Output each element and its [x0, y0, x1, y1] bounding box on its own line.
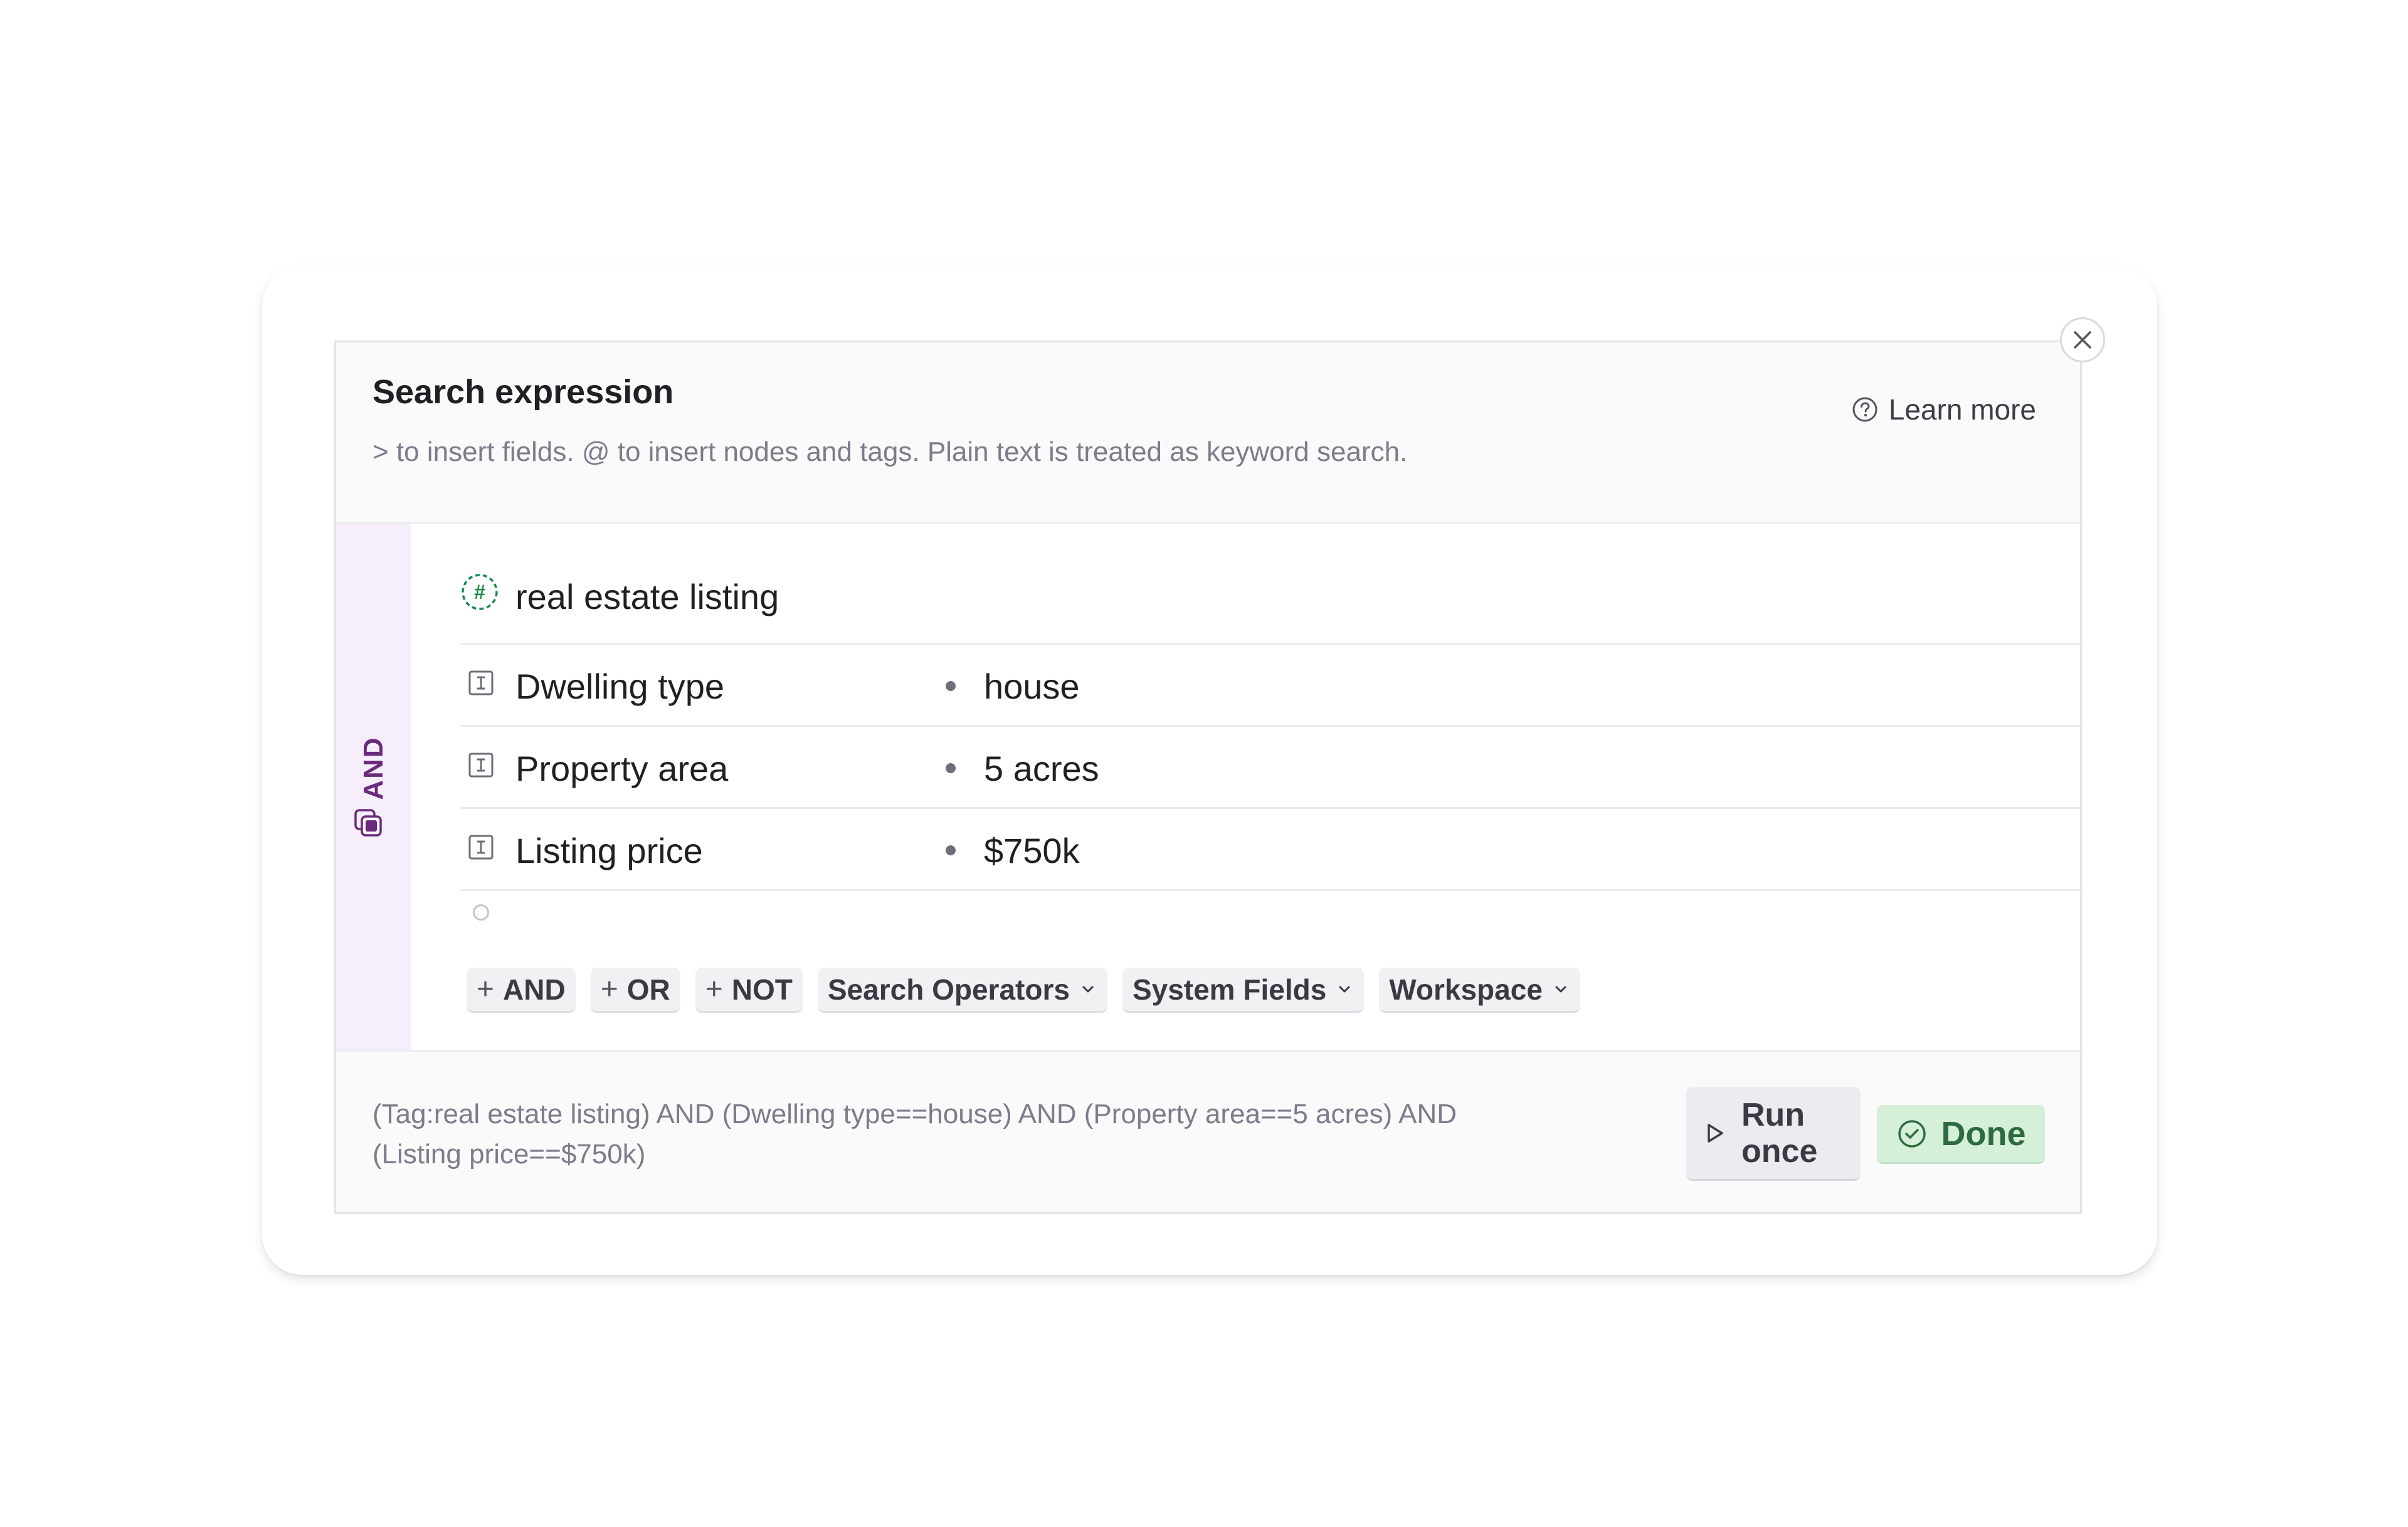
search-expression-panel: Search expression > to insert fields. @ …	[334, 341, 2082, 1214]
close-icon	[2074, 331, 2091, 349]
hash-tag-icon: #	[462, 574, 498, 610]
and-group-bar[interactable]: AND	[336, 524, 411, 1050]
add-or-button[interactable]: + OR	[590, 968, 680, 1013]
check-circle-icon	[1898, 1119, 1926, 1148]
add-and-label: AND	[503, 973, 566, 1006]
plus-icon: +	[477, 973, 495, 1006]
learn-more-label: Learn more	[1888, 393, 2036, 426]
tag-label: real estate listing	[515, 577, 779, 616]
chevron-down-icon	[1339, 986, 1350, 992]
workspace-label: Workspace	[1389, 973, 1543, 1006]
learn-more-link[interactable]: Learn more	[1851, 393, 2036, 426]
expression-toolbar: + AND + OR + NOT Search Operators System…	[467, 968, 1580, 1013]
hint-text: > to insert fields. @ to insert nodes an…	[372, 436, 1408, 467]
panel-footer: (Tag:real estate listing) AND (Dwelling …	[336, 1052, 2080, 1212]
field-name: Dwelling type	[515, 667, 725, 706]
chevron-down-icon	[1555, 986, 1566, 992]
add-or-label: OR	[626, 973, 670, 1006]
tag-row[interactable]: # real estate listing	[460, 563, 2080, 631]
add-and-button[interactable]: + AND	[467, 968, 576, 1013]
field-value[interactable]: 5 acres	[984, 748, 1099, 789]
search-operators-dropdown[interactable]: Search Operators	[817, 968, 1107, 1013]
plus-icon: +	[600, 973, 618, 1006]
search-operators-label: Search Operators	[827, 973, 1070, 1006]
chevron-down-icon	[1082, 986, 1094, 992]
value-bullet	[946, 763, 956, 773]
field-value[interactable]: house	[984, 666, 1080, 707]
field-name: Property area	[515, 749, 729, 788]
field-value[interactable]: $750k	[984, 830, 1080, 871]
plus-icon: +	[705, 973, 723, 1006]
query-line: (Listing price==$750k)	[372, 1139, 646, 1170]
empty-node-icon	[473, 904, 489, 921]
run-once-label: Run once	[1741, 1096, 1818, 1170]
done-label: Done	[1941, 1114, 2026, 1153]
done-button[interactable]: Done	[1877, 1105, 2045, 1164]
query-line: (Tag:real estate listing) AND (Dwelling …	[372, 1099, 1457, 1129]
close-button[interactable]	[2060, 317, 2105, 362]
add-not-label: NOT	[731, 973, 793, 1006]
field-name: Listing price	[515, 831, 703, 870]
play-icon	[1708, 1123, 1723, 1143]
text-field-icon	[468, 670, 494, 695]
system-fields-label: System Fields	[1132, 973, 1327, 1006]
and-group-label: AND	[358, 736, 389, 800]
panel-header: Search expression > to insert fields. @ …	[336, 342, 2080, 522]
and-group-icon	[354, 809, 382, 837]
workspace-dropdown[interactable]: Workspace	[1379, 968, 1580, 1013]
run-once-button[interactable]: Run once	[1686, 1087, 1861, 1181]
row-divider	[460, 889, 2080, 891]
page-title: Search expression	[372, 373, 674, 411]
empty-row[interactable]	[460, 887, 586, 938]
text-field-icon	[468, 753, 494, 778]
help-circle-icon	[1852, 397, 1877, 422]
query-preview: (Tag:real estate listing) AND (Dwelling …	[372, 1094, 1689, 1175]
field-row[interactable]: Dwelling type house	[460, 645, 2080, 725]
text-field-icon	[468, 835, 494, 860]
field-row[interactable]: Property area 5 acres	[460, 727, 2080, 807]
svg-text:#: #	[474, 581, 485, 603]
expression-editor: AND # real estate listing Dwelling type …	[336, 522, 2080, 1052]
field-row[interactable]: Listing price $750k	[460, 809, 2080, 889]
add-not-button[interactable]: + NOT	[695, 968, 803, 1013]
value-bullet	[946, 845, 956, 855]
system-fields-dropdown[interactable]: System Fields	[1122, 968, 1365, 1013]
value-bullet	[946, 681, 956, 691]
